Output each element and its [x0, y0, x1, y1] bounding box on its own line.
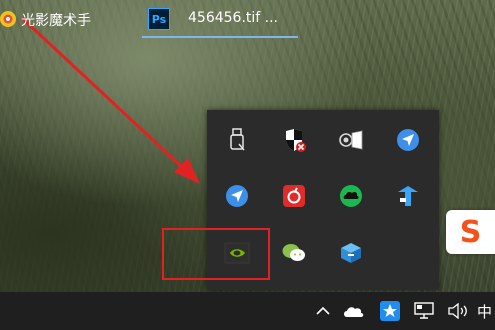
taskbar-app-label: 光影魔术手	[21, 13, 91, 29]
active-window-indicator	[142, 36, 298, 38]
security-center-icon[interactable]	[279, 125, 309, 155]
photoshop-icon: Ps	[148, 8, 170, 30]
audio-device-icon[interactable]	[336, 125, 366, 155]
feishu-arrow-icon-2[interactable]	[222, 181, 252, 211]
taskbar-app-guangying[interactable]: 光影魔术手	[0, 0, 140, 38]
feishu-arrow-icon[interactable]	[393, 125, 423, 155]
onedrive-cloud-icon[interactable]	[341, 292, 367, 330]
show-hidden-icons-button[interactable]	[312, 292, 334, 330]
bluetooth-star-icon[interactable]	[378, 292, 402, 330]
ime-indicator[interactable]: 中	[474, 292, 495, 330]
taskbar-app-label: 456456.tif ...	[188, 10, 279, 26]
chevron-up-icon	[316, 306, 330, 315]
wechat-icon[interactable]	[279, 238, 309, 268]
taskbar-app-photoshop[interactable]: Ps 456456.tif ...	[142, 0, 298, 38]
cloud-sync-icon[interactable]	[336, 181, 366, 211]
upload-arrow-icon[interactable]	[393, 181, 423, 211]
highlight-box	[162, 228, 270, 280]
stack-box-icon[interactable]	[336, 238, 366, 268]
sogou-ime-badge[interactable]: S	[446, 210, 495, 254]
usb-eject-icon[interactable]	[222, 125, 252, 155]
light-shadow-icon	[0, 11, 16, 27]
volume-icon[interactable]	[446, 292, 470, 330]
network-icon[interactable]	[412, 292, 438, 330]
ime-label: 中	[476, 302, 492, 321]
netease-music-icon[interactable]	[279, 181, 309, 211]
sogou-badge-label: S	[459, 214, 482, 250]
